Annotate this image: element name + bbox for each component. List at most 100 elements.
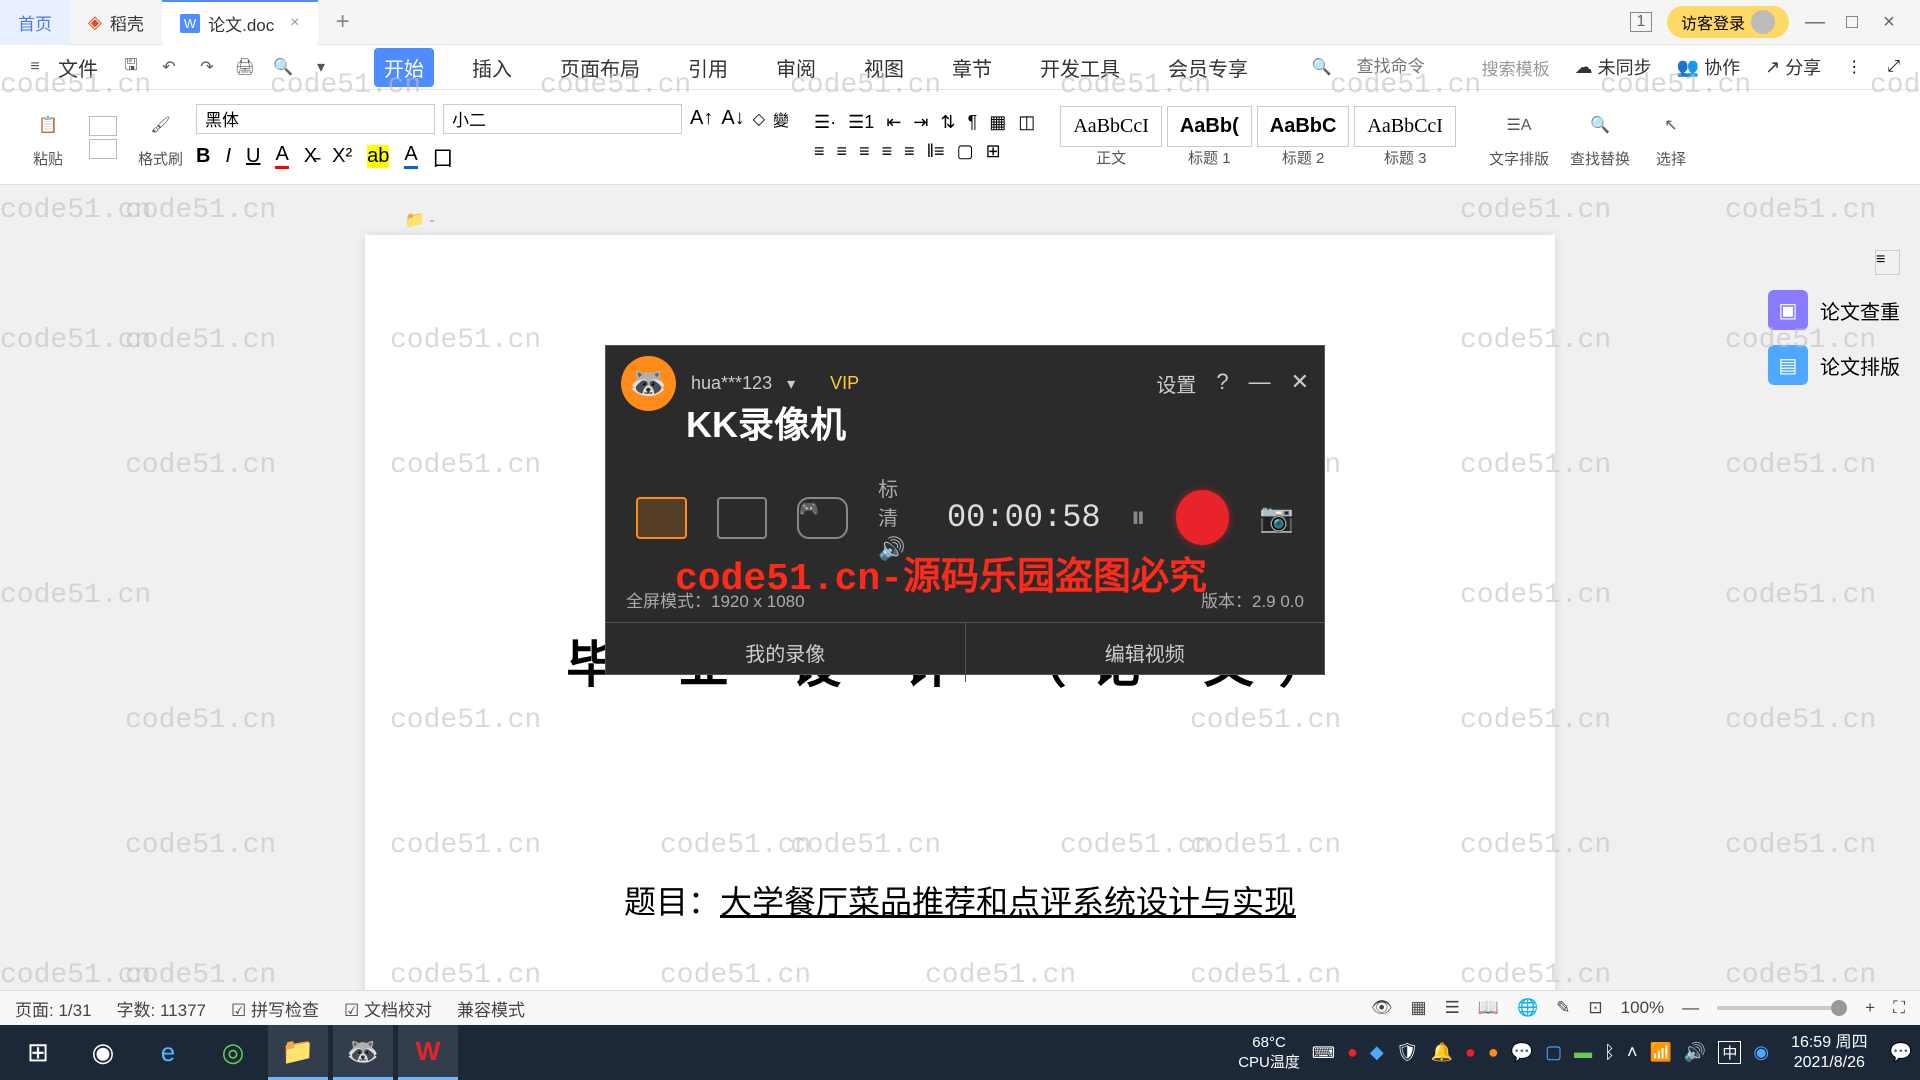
clear-format-icon[interactable]: ◇ xyxy=(753,109,765,129)
cpu-temp-widget[interactable]: 68°CCPU温度 xyxy=(1238,1034,1300,1072)
outdent-icon[interactable]: ⇤ xyxy=(886,112,901,133)
tray-icon-3[interactable]: 🛡 xyxy=(1396,1042,1419,1063)
spell-check[interactable]: ☑ 拼写检查 xyxy=(231,996,319,1021)
redo-icon[interactable]: ↷ xyxy=(192,52,222,82)
search-template[interactable]: 搜索模板 xyxy=(1482,55,1550,80)
zoom-level[interactable]: 100% xyxy=(1621,998,1664,1018)
shading-icon[interactable]: ◫ xyxy=(1018,112,1035,133)
font-size-select[interactable] xyxy=(443,104,682,134)
dropdown-icon[interactable]: ▾ xyxy=(306,52,336,82)
login-button[interactable]: 访客登录 xyxy=(1667,6,1789,38)
menu-insert[interactable]: 插入 xyxy=(462,48,522,87)
bullets-icon[interactable]: ☰· xyxy=(814,112,836,133)
zoom-slider[interactable] xyxy=(1717,1006,1847,1010)
strikethrough-button[interactable]: X̵ xyxy=(304,145,317,168)
game-mode-button[interactable]: 🎮 xyxy=(797,497,848,539)
undo-icon[interactable]: ↶ xyxy=(154,52,184,82)
tab-document[interactable]: W论文.doc× xyxy=(162,0,318,45)
border-icon[interactable]: ▦ xyxy=(989,112,1006,133)
menu-ref[interactable]: 引用 xyxy=(678,48,738,87)
tray-icon-7[interactable]: ▬ xyxy=(1574,1042,1592,1063)
task-cortana[interactable]: ◉ xyxy=(73,1025,133,1080)
zoom-out-button[interactable]: — xyxy=(1682,998,1699,1018)
tray-icon-5[interactable]: ● xyxy=(1488,1042,1499,1063)
tray-icon-1[interactable]: ● xyxy=(1347,1042,1358,1063)
font-family-select[interactable] xyxy=(196,104,435,134)
phonetic-icon[interactable]: 變 xyxy=(773,107,789,131)
line-spacing-icon[interactable]: ‖≡ xyxy=(927,141,945,162)
tab-shell[interactable]: ◈稻壳 xyxy=(70,0,162,45)
my-recordings-tab[interactable]: 我的录像 xyxy=(606,623,966,682)
cut-icon[interactable] xyxy=(89,116,117,136)
view-outline-icon[interactable]: ☰ xyxy=(1445,998,1460,1018)
start-button[interactable]: ⊞ xyxy=(8,1025,68,1080)
hamburger-icon[interactable]: ≡ xyxy=(20,52,50,82)
recorder-close-icon[interactable]: ✕ xyxy=(1291,369,1309,398)
tab-home[interactable]: 首页 xyxy=(0,0,70,45)
recorder-settings[interactable]: 设置 xyxy=(1156,369,1196,398)
page-indicator[interactable]: 页面: 1/31 xyxy=(15,996,92,1021)
word-count[interactable]: 字数: 11377 xyxy=(117,996,206,1021)
align-distribute-icon[interactable]: ≡ xyxy=(904,141,915,162)
tray-wifi-icon[interactable]: 📶 xyxy=(1649,1042,1671,1063)
minimize-button[interactable]: — xyxy=(1804,11,1826,33)
align-right-icon[interactable]: ≡ xyxy=(859,141,870,162)
maximize-button[interactable]: □ xyxy=(1841,11,1863,33)
task-recorder[interactable]: 🦝 xyxy=(333,1025,393,1080)
close-button[interactable]: × xyxy=(1878,11,1900,33)
align-left-icon[interactable]: ≡ xyxy=(814,141,825,162)
pen-icon[interactable]: ✎ xyxy=(1556,998,1570,1018)
doc-proofing[interactable]: ☑ 文档校对 xyxy=(344,996,432,1021)
tray-icon-4[interactable]: ● xyxy=(1465,1042,1476,1063)
select-icon[interactable]: ↖ xyxy=(1651,105,1691,145)
screenshot-button[interactable]: 📷 xyxy=(1259,501,1294,534)
tray-clock[interactable]: 16:59 周四 2021/8/26 xyxy=(1781,1033,1878,1071)
view-print-icon[interactable]: ▦ xyxy=(1411,998,1427,1018)
tray-chevron-icon[interactable]: ˄ xyxy=(1627,1042,1638,1063)
tray-bluetooth-icon[interactable]: ᛒ xyxy=(1604,1042,1615,1063)
style-h2[interactable]: AaBbC xyxy=(1257,106,1350,147)
style-h3[interactable]: AaBbCcI xyxy=(1354,106,1456,147)
pause-button[interactable]: ⏸ xyxy=(1131,501,1146,535)
quality-label[interactable]: 标清 xyxy=(878,473,917,531)
tray-notifications-icon[interactable]: 🔔 xyxy=(1431,1042,1453,1063)
task-wps[interactable]: W xyxy=(398,1025,458,1080)
sync-status[interactable]: ☁ 未同步 xyxy=(1575,54,1652,80)
task-ie[interactable]: e xyxy=(138,1025,198,1080)
decrease-font-icon[interactable]: A↓ xyxy=(721,107,744,130)
menu-review[interactable]: 审阅 xyxy=(766,48,826,87)
fit-icon[interactable]: ⊡ xyxy=(1588,998,1602,1018)
format-painter-icon[interactable]: 🖌 xyxy=(141,105,181,145)
view-web-icon[interactable]: 🌐 xyxy=(1517,998,1538,1018)
user-dropdown-icon[interactable]: ▾ xyxy=(787,374,795,394)
view-read-icon[interactable]: 📖 xyxy=(1478,998,1499,1018)
indent-icon[interactable]: ⇥ xyxy=(913,112,928,133)
menu-layout[interactable]: 页面布局 xyxy=(550,48,650,87)
underline-button[interactable]: U xyxy=(246,145,260,168)
screen-recorder-window[interactable]: 🦝 hua***123 ▾ VIP 设置 ? — ✕ KK录像机 🎮 标清 🔊 … xyxy=(605,345,1325,675)
preview-icon[interactable]: 🔍 xyxy=(268,52,298,82)
increase-font-icon[interactable]: A↑ xyxy=(690,107,713,130)
recorder-minimize-icon[interactable]: — xyxy=(1249,369,1271,398)
font-color-button[interactable]: A xyxy=(275,143,288,169)
fill-icon[interactable]: ▢ xyxy=(957,141,974,162)
close-icon[interactable]: × xyxy=(290,14,299,32)
zoom-handle[interactable] xyxy=(1831,1000,1847,1016)
more-icon[interactable]: ⋮ xyxy=(1846,57,1862,77)
menu-member[interactable]: 会员专享 xyxy=(1158,48,1258,87)
align-justify-icon[interactable]: ≡ xyxy=(882,141,893,162)
tray-volume-icon[interactable]: 🔊 xyxy=(1684,1042,1706,1063)
sort-icon[interactable]: ⇅ xyxy=(941,112,956,133)
sidebar-item-layout[interactable]: ▤ 论文排版 xyxy=(1768,345,1900,385)
menu-devtools[interactable]: 开发工具 xyxy=(1030,48,1130,87)
search-command-input[interactable] xyxy=(1357,57,1457,77)
copy-icon[interactable] xyxy=(89,139,117,159)
paste-icon[interactable]: 📋 xyxy=(28,105,68,145)
collab-button[interactable]: 👥 协作 xyxy=(1677,54,1740,80)
new-tab-button[interactable]: + xyxy=(318,0,368,45)
show-marks-icon[interactable]: ¶ xyxy=(968,112,978,133)
fullscreen-icon[interactable]: ⤢ xyxy=(1887,58,1900,76)
tray-action-center-icon[interactable]: 💬 xyxy=(1890,1042,1912,1063)
text-layout-icon[interactable]: ☰A xyxy=(1499,105,1539,145)
fullscreen-button[interactable]: ⛶ xyxy=(1893,998,1905,1018)
